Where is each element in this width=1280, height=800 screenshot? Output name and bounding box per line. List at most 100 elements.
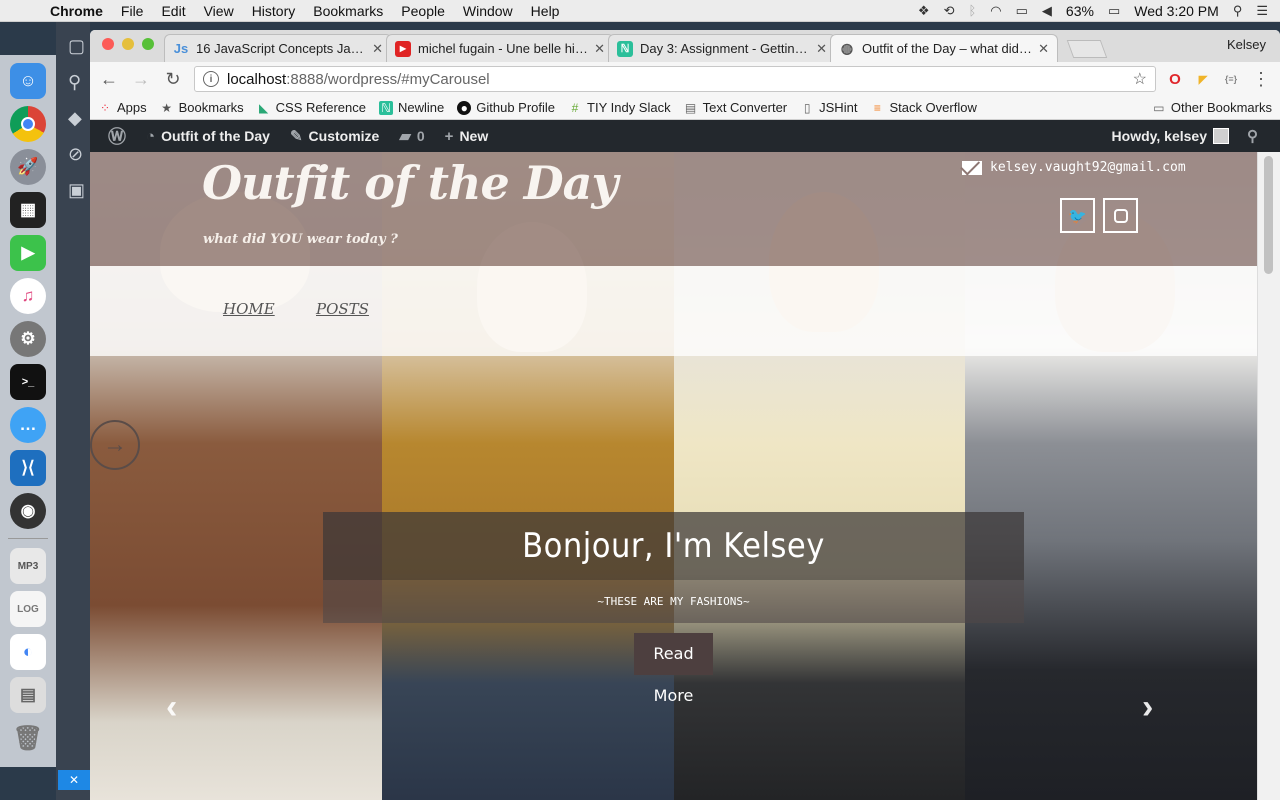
carousel-prev-icon[interactable]: ‹ — [166, 688, 177, 727]
terminal-icon[interactable]: >_ — [10, 364, 46, 400]
menu-app-name[interactable]: Chrome — [44, 3, 112, 19]
mp3-file-icon[interactable]: MP3 — [10, 548, 46, 584]
wp-site-label: Outfit of the Day — [161, 128, 270, 144]
wp-comments[interactable]: ▰ 0 — [389, 127, 434, 145]
launchpad-icon[interactable]: 🚀 — [10, 149, 46, 185]
close-tab-icon[interactable]: ✕ — [594, 41, 605, 57]
address-bar[interactable]: i localhost:8888/wordpress/#myCarousel ☆ — [194, 66, 1156, 92]
bookmark-css-reference[interactable]: ◣ CSS Reference — [257, 100, 366, 115]
wp-site-name[interactable]: ◔ Outfit of the Day — [136, 128, 280, 145]
profile-name[interactable]: Kelsey — [1227, 37, 1266, 52]
wp-new[interactable]: + New — [435, 128, 499, 145]
tab-youtube[interactable]: ▶ michel fugain - Une belle histo ✕ — [386, 34, 614, 62]
nav-home[interactable]: HOME — [223, 300, 275, 318]
battery-icon[interactable]: ▭ — [1108, 3, 1120, 19]
close-tab-icon[interactable]: ✕ — [372, 41, 383, 57]
arrow-right-circle-icon[interactable]: → — [90, 420, 140, 470]
menu-bookmarks[interactable]: Bookmarks — [304, 3, 392, 19]
info-icon[interactable]: i — [203, 71, 219, 87]
contact-email[interactable]: kelsey.vaught92@gmail.com — [962, 160, 1186, 175]
highlighter-extension-icon[interactable]: ◤ — [1194, 70, 1212, 88]
back-arrow-icon[interactable]: ← — [98, 69, 120, 90]
log-file-icon[interactable]: LOG — [10, 591, 46, 627]
messages-icon[interactable]: … — [10, 407, 46, 443]
url-path: :8888/wordpress/#myCarousel — [286, 70, 490, 88]
bookmark-jshint[interactable]: ▯ JSHint — [800, 100, 858, 115]
tab-title: Outfit of the Day – what did YC — [862, 41, 1033, 56]
spotlight-icon[interactable]: ⚲ — [1233, 3, 1243, 19]
bookmark-apps[interactable]: ⁘ Apps — [98, 100, 147, 115]
bookmark-bookmarks[interactable]: ★ Bookmarks — [160, 100, 244, 115]
wifi-icon[interactable]: ◠ — [990, 3, 1001, 19]
site-title[interactable]: Outfit of the Day — [202, 156, 618, 210]
minimize-window-button[interactable] — [122, 38, 134, 50]
wp-customize[interactable]: ✎ Customize — [280, 127, 389, 145]
newline-favicon-icon: ℕ — [617, 40, 633, 57]
zoom-window-button[interactable] — [142, 38, 154, 50]
scrollbar-thumb[interactable] — [1264, 156, 1273, 274]
instagram-icon — [1113, 208, 1128, 223]
bookmark-newline[interactable]: ℕ Newline — [379, 100, 444, 115]
close-tab-icon[interactable]: ✕ — [1038, 41, 1049, 57]
bookmark-label: Other Bookmarks — [1170, 100, 1272, 115]
opera-extension-icon[interactable]: O — [1166, 70, 1184, 88]
itunes-icon[interactable]: ♫ — [10, 278, 46, 314]
menu-view[interactable]: View — [195, 3, 243, 19]
menu-window[interactable]: Window — [454, 3, 522, 19]
apps-grid-icon: ⁘ — [99, 100, 111, 115]
menubar-clock[interactable]: Wed 3:20 PM — [1134, 3, 1219, 19]
tab-assignment[interactable]: ℕ Day 3: Assignment - Getting S ✕ — [608, 34, 836, 62]
bluetooth-icon[interactable]: ᛒ — [968, 3, 976, 18]
tab-javascript-concepts[interactable]: Js 16 JavaScript Concepts JavaS ✕ — [164, 34, 392, 62]
bookmark-stack-overflow[interactable]: ≡ Stack Overflow — [870, 100, 977, 115]
menu-help[interactable]: Help — [522, 3, 569, 19]
json-extension-icon[interactable]: {≡} — [1222, 70, 1240, 88]
battery-percent[interactable]: 63% — [1066, 3, 1094, 19]
airplay-icon[interactable]: ▭ — [1016, 3, 1028, 19]
sequel-pro-icon[interactable]: ◉ — [10, 493, 46, 529]
close-window-button[interactable] — [102, 38, 114, 50]
screenshot-stack-icon[interactable]: ▤ — [10, 677, 46, 713]
wp-howdy[interactable]: Howdy, kelsey — [1102, 128, 1229, 144]
menu-history[interactable]: History — [243, 3, 305, 19]
close-icon[interactable]: ✕ — [58, 770, 90, 790]
menu-file[interactable]: File — [112, 3, 153, 19]
read-more-button[interactable]: Read More — [634, 633, 713, 705]
bookmark-text-converter[interactable]: ▤ Text Converter — [684, 100, 787, 115]
text-converter-icon: ▤ — [684, 100, 697, 115]
wp-comment-count: 0 — [416, 128, 425, 144]
notification-center-icon[interactable]: ☰ — [1256, 3, 1268, 19]
bookmark-github[interactable]: ● Github Profile — [457, 100, 555, 115]
twitter-button[interactable]: 🐦 — [1060, 198, 1095, 233]
chrome-menu-icon[interactable]: ⋮ — [1250, 69, 1272, 90]
menu-people[interactable]: People — [392, 3, 454, 19]
dropbox-icon[interactable]: ❖ — [918, 3, 930, 19]
page-scrollbar[interactable] — [1257, 152, 1280, 800]
finder-icon[interactable]: ☺ — [10, 63, 46, 99]
tab-outfit-of-the-day[interactable]: ◍ Outfit of the Day – what did YC ✕ — [830, 34, 1058, 62]
wp-logo-button[interactable]: Ⓦ — [98, 123, 136, 149]
close-tab-icon[interactable]: ✕ — [816, 41, 827, 57]
forward-arrow-icon[interactable]: → — [130, 69, 152, 90]
bookmark-label: Bookmarks — [178, 100, 244, 115]
chrome-icon[interactable] — [10, 106, 46, 142]
bookmark-other[interactable]: ▭ Other Bookmarks — [1152, 100, 1272, 115]
wp-search-icon[interactable]: ⚲ — [1237, 127, 1268, 145]
trash-icon[interactable]: 🗑 — [10, 720, 46, 756]
system-preferences-icon[interactable]: ⚙ — [10, 321, 46, 357]
nav-posts[interactable]: POSTS — [316, 300, 369, 318]
carousel-next-icon[interactable]: › — [1142, 688, 1153, 727]
github-icon: ● — [457, 100, 472, 115]
photo-booth-icon[interactable]: ▦ — [10, 192, 46, 228]
menu-edit[interactable]: Edit — [152, 3, 194, 19]
reload-icon[interactable]: ↻ — [162, 69, 184, 90]
facetime-icon[interactable]: ▶ — [10, 235, 46, 271]
bookmark-star-icon[interactable]: ☆ — [1133, 69, 1147, 89]
vscode-icon[interactable]: ⟩⟨ — [10, 450, 46, 486]
instagram-button[interactable] — [1103, 198, 1138, 233]
time-machine-icon[interactable]: ⟲ — [944, 3, 955, 19]
chrome-document-icon[interactable]: ◐ — [10, 634, 46, 670]
volume-icon[interactable]: ◀ — [1042, 3, 1052, 19]
new-tab-button[interactable] — [1066, 40, 1108, 58]
bookmark-slack[interactable]: # TIY Indy Slack — [568, 100, 671, 115]
